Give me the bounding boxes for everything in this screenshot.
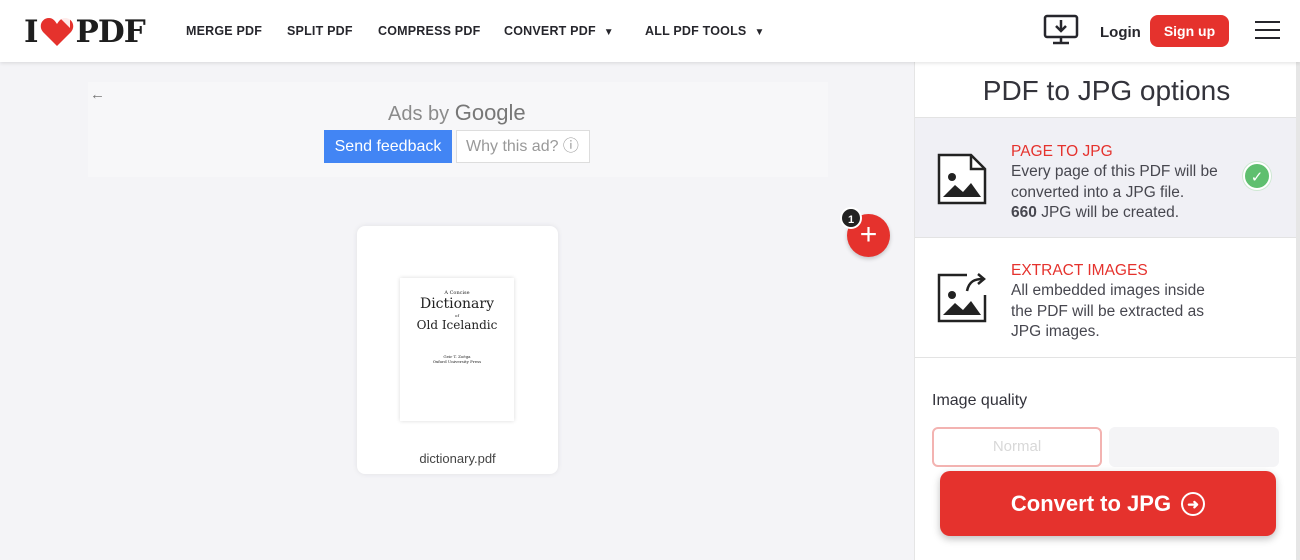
nav-convert-pdf-label: CONVERT PDF	[504, 24, 596, 38]
sidebar-scrollbar[interactable]	[1296, 62, 1300, 560]
option-description: All embedded images inside the PDF will …	[1011, 281, 1241, 343]
top-header: I PDF MERGE PDF SPLIT PDF COMPRESS PDF C…	[0, 0, 1300, 62]
desc-line: the PDF will be extracted as	[1011, 302, 1204, 320]
nav-all-pdf-tools-label: ALL PDF TOOLS	[645, 24, 747, 38]
jpg-count: 660	[1011, 204, 1037, 221]
desc-suffix: JPG will be created.	[1041, 204, 1180, 221]
login-link[interactable]: Login	[1100, 24, 1141, 41]
desc-line: Every page of this PDF will be	[1011, 163, 1218, 180]
thumb-credit-2: Oxford University Press	[432, 359, 482, 364]
file-name: dictionary.pdf	[419, 451, 496, 466]
extract-image-icon	[937, 273, 987, 323]
nav-all-pdf-tools[interactable]: ALL PDF TOOLS ▼	[645, 24, 765, 38]
nav-split-pdf[interactable]: SPLIT PDF	[287, 24, 353, 38]
sidebar-title: PDF to JPG options	[982, 75, 1231, 106]
signup-button[interactable]: Sign up	[1150, 15, 1229, 47]
quality-high-option[interactable]	[1109, 427, 1279, 467]
file-card[interactable]: A Concise Dictionary of Old Icelandic Ge…	[357, 226, 558, 474]
option-page-to-jpg[interactable]: PAGE TO JPG Every page of this PDF will …	[915, 117, 1297, 238]
convert-to-jpg-button[interactable]: Convert to JPG ➜	[940, 471, 1276, 536]
file-count-badge: 1	[840, 207, 862, 229]
desktop-download-icon[interactable]	[1043, 14, 1079, 46]
hamburger-menu-icon[interactable]	[1255, 21, 1280, 41]
caret-down-icon: ▼	[603, 27, 614, 38]
nav-compress-pdf[interactable]: COMPRESS PDF	[378, 24, 480, 38]
option-title: EXTRACT IMAGES	[1011, 262, 1148, 279]
logo-letter-i: I	[24, 14, 38, 50]
ilovepdf-logo[interactable]: I PDF	[24, 14, 146, 50]
desc-line: All embedded images inside	[1011, 282, 1205, 299]
thumb-title-line1: Dictionary	[419, 296, 495, 312]
arrow-right-circle-icon: ➜	[1181, 492, 1206, 516]
thumb-title-line2: Old Icelandic	[416, 318, 498, 332]
image-page-icon	[937, 153, 987, 205]
selected-check-icon: ✓	[1243, 162, 1271, 190]
why-this-ad-button[interactable]: Why this ad? ⓘ	[456, 130, 590, 163]
desc-line-count: 660 JPG will be created.	[1011, 203, 1241, 224]
ads-by-label: Ads by	[388, 103, 450, 125]
send-feedback-button[interactable]: Send feedback	[324, 130, 452, 163]
image-quality-label: Image quality	[932, 392, 1028, 409]
desc-line: JPG images.	[1011, 323, 1100, 340]
option-title: PAGE TO JPG	[1011, 143, 1113, 160]
pdf-thumbnail: A Concise Dictionary of Old Icelandic Ge…	[400, 278, 514, 421]
nav-merge-pdf[interactable]: MERGE PDF	[186, 24, 262, 38]
desc-line: converted into a JPG file.	[1011, 183, 1185, 201]
nav-convert-pdf[interactable]: CONVERT PDF ▼	[504, 24, 614, 38]
option-extract-images[interactable]: EXTRACT IMAGES All embedded images insid…	[915, 237, 1297, 358]
back-arrow-icon[interactable]: ←	[90, 86, 105, 103]
convert-label: Convert to JPG	[1010, 491, 1172, 516]
google-wordmark: Google	[454, 100, 526, 125]
logo-letters-pdf: PDF	[75, 14, 146, 50]
option-description: Every page of this PDF will be converted…	[1011, 162, 1241, 224]
caret-down-icon: ▼	[754, 27, 765, 38]
heart-logo-icon	[40, 18, 73, 46]
quality-normal-option[interactable]: Normal	[932, 427, 1102, 467]
ads-by-google: Ads by Google	[388, 100, 526, 126]
